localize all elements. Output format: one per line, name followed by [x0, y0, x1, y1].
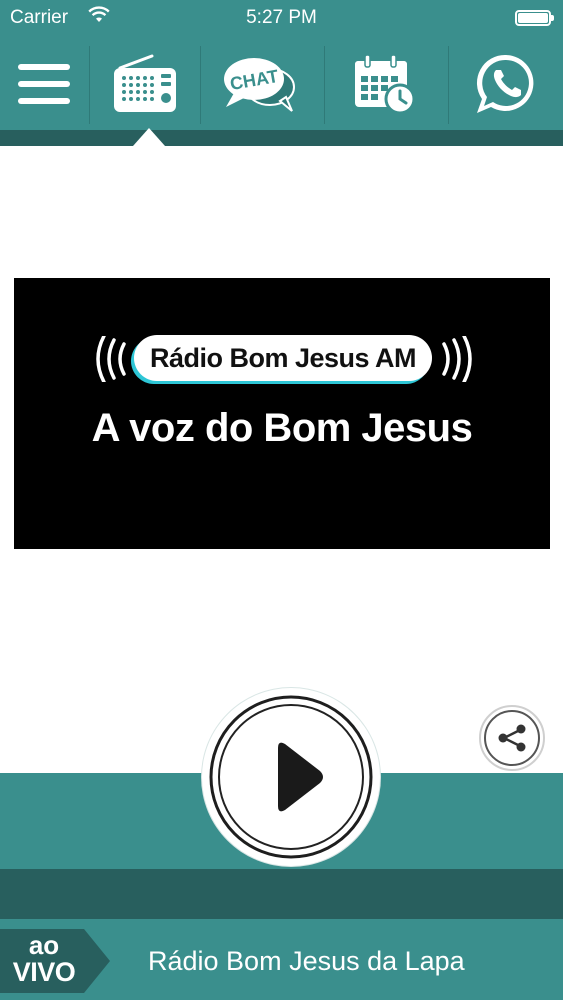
station-logo-name: Rádio Bom Jesus AM	[134, 335, 432, 381]
radio-waves-right-icon	[442, 336, 472, 382]
share-icon	[479, 705, 545, 771]
radio-waves-left-icon	[96, 336, 126, 382]
station-banner: Rádio Bom Jesus AM A voz do Bom Jesus	[14, 278, 550, 549]
menu-icon	[18, 64, 70, 104]
calendar-icon	[355, 54, 416, 115]
menu-button[interactable]	[0, 38, 88, 130]
station-slogan: A voz do Bom Jesus	[91, 406, 473, 450]
tab-whatsapp[interactable]	[449, 38, 563, 130]
tab-chat[interactable]: CHAT	[201, 38, 319, 130]
live-badge-line1: ao	[28, 930, 60, 960]
radio-icon	[114, 54, 176, 112]
share-button[interactable]	[478, 704, 546, 772]
status-bar: Carrier 5:27 PM	[0, 0, 563, 38]
toolbar-shadow	[0, 130, 563, 146]
chat-icon: CHAT	[224, 58, 295, 112]
top-toolbar: CHAT	[0, 38, 563, 130]
tab-schedule[interactable]	[325, 38, 443, 130]
tab-radio[interactable]	[90, 38, 200, 130]
clock: 5:27 PM	[246, 7, 317, 28]
battery-icon	[515, 10, 554, 26]
play-icon	[209, 695, 373, 859]
now-playing-bar: ao VIVO Rádio Bom Jesus da Lapa	[0, 919, 563, 1000]
now-playing-title: Rádio Bom Jesus da Lapa	[148, 946, 465, 976]
live-badge-line2: VIVO	[12, 957, 76, 987]
whatsapp-icon	[476, 54, 534, 113]
selected-tab-indicator	[133, 128, 165, 146]
live-badge: ao VIVO	[0, 929, 112, 993]
player-band-dark	[0, 869, 563, 919]
play-button[interactable]	[202, 688, 380, 866]
